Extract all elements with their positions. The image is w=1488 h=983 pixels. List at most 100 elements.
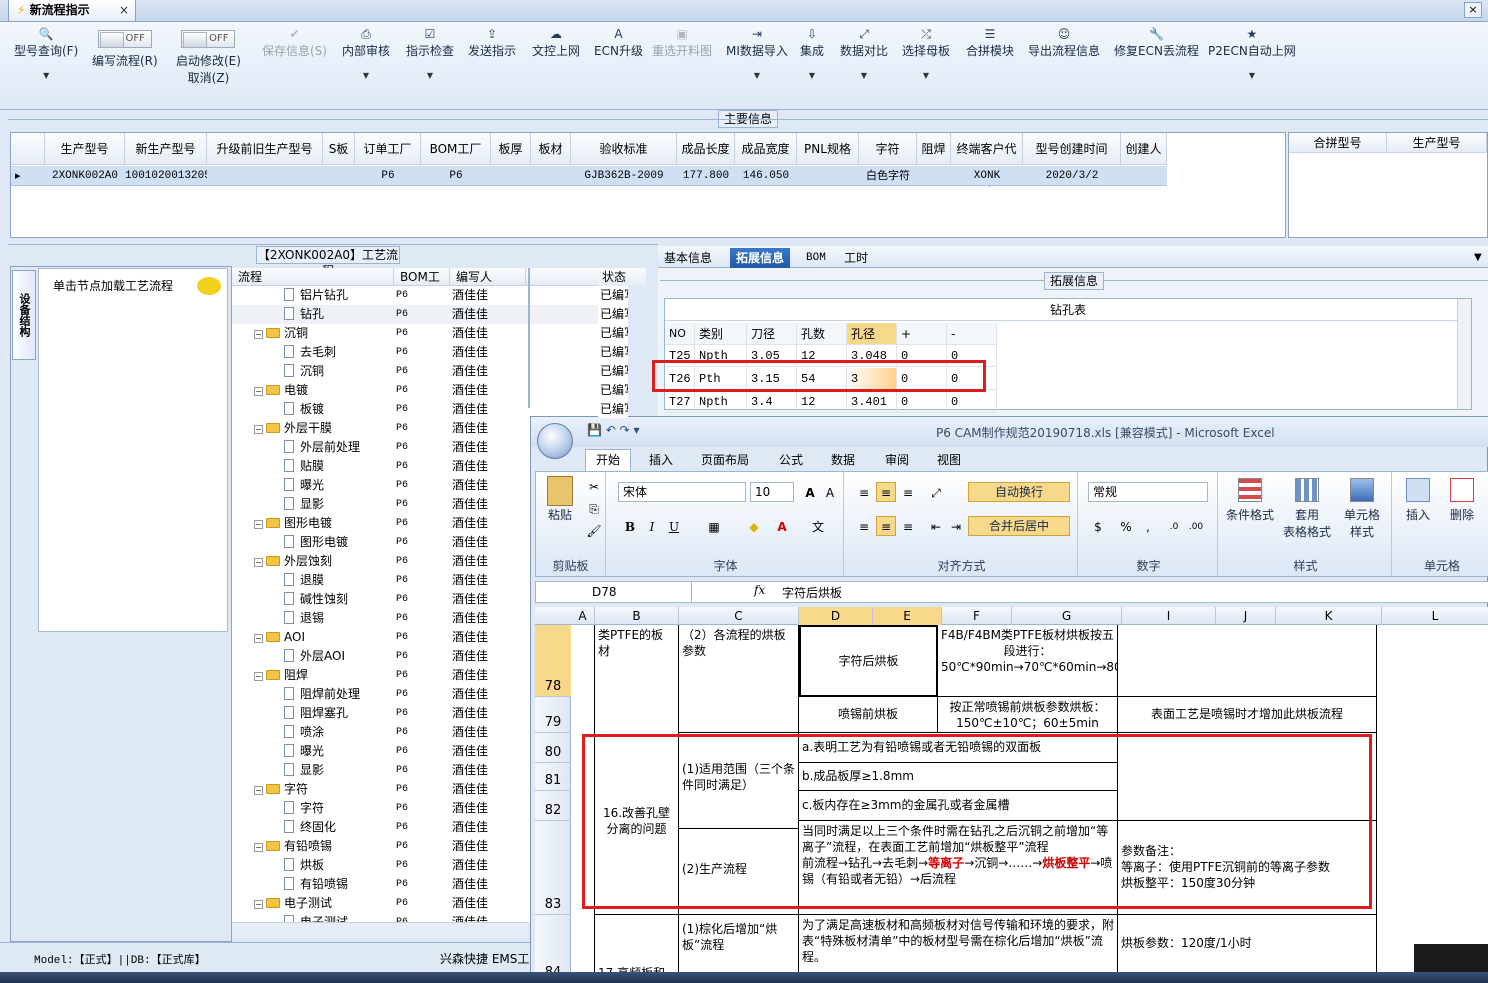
drill-col-header[interactable]: 类别 xyxy=(695,323,747,345)
collapse-icon[interactable]: − xyxy=(254,425,263,434)
increase-decimal-icon[interactable]: .0 xyxy=(1164,516,1184,536)
drill-col-header[interactable]: - xyxy=(947,323,997,345)
font-size-select[interactable]: 10 xyxy=(750,482,794,502)
align-center-icon[interactable]: ≡ xyxy=(876,516,896,536)
main-row-cell[interactable]: 146.050 xyxy=(735,166,797,186)
tree-h-scrollbar[interactable] xyxy=(232,922,528,938)
toolbar-button-5[interactable]: ☁ 文控上网 xyxy=(532,26,580,59)
align-right-icon[interactable]: ≡ xyxy=(898,516,918,536)
drill-col-header[interactable]: + xyxy=(897,323,947,345)
main-col-header[interactable]: 新生产型号 xyxy=(125,133,207,165)
dropdown-arrow-icon[interactable]: ▼ xyxy=(902,71,950,80)
main-row-cell[interactable]: 白色字符 xyxy=(859,166,917,186)
main-col-header[interactable]: 成品宽度 xyxy=(735,133,797,165)
combine-col-header[interactable]: 合拼型号 xyxy=(1289,133,1387,153)
toolbar-button-6[interactable]: A ECN升级 xyxy=(594,26,643,59)
tree-col-header[interactable]: 流程 xyxy=(234,268,394,286)
toolbar-button-8[interactable]: ⇥ MI数据导入 ▼ xyxy=(726,26,788,80)
collapse-icon[interactable]: − xyxy=(254,672,263,681)
toolbar-button-3[interactable]: ☑ 指示检查 ▼ xyxy=(406,26,454,80)
collapse-icon[interactable]: − xyxy=(254,387,263,396)
toolbar-button-10[interactable]: ⤢ 数据对比 ▼ xyxy=(840,26,888,80)
main-col-header[interactable]: 创建人 xyxy=(1121,133,1167,165)
tab-basic-info[interactable]: 基本信息 xyxy=(664,248,712,268)
drill-cell[interactable]: 0 xyxy=(897,391,947,413)
underline-icon[interactable]: U xyxy=(664,516,684,536)
toolbar-button-1[interactable]: ✔ 保存信息(S) xyxy=(262,26,327,59)
ribbon-tab[interactable]: 数据 xyxy=(831,451,855,469)
main-col-header[interactable]: PNL规格 xyxy=(797,133,859,165)
excel-quick-access[interactable]: 💾 ↶ ↷ ▾ xyxy=(587,423,640,437)
main-row-cell[interactable]: P6 xyxy=(355,166,421,186)
row-indicator-icon[interactable]: ▸ xyxy=(11,166,45,186)
cell-d79[interactable]: 喷锡前烘板 xyxy=(799,697,938,733)
main-row-cell[interactable] xyxy=(531,166,571,186)
tree-row[interactable]: 钻孔 P6 酒佳佳 xyxy=(232,305,598,324)
copy-icon[interactable]: ⎘ xyxy=(584,498,604,518)
bold-icon[interactable]: B xyxy=(620,516,640,536)
main-row-cell[interactable]: 2XONK002A0 xyxy=(45,166,125,186)
main-col-header[interactable]: BOM工厂 xyxy=(421,133,491,165)
main-row-cell[interactable] xyxy=(1121,166,1167,186)
dropdown-arrow-icon[interactable]: ▼ xyxy=(840,71,888,80)
cut-icon[interactable]: ✂ xyxy=(584,476,604,496)
tree-row[interactable]: 铝片钻孔 P6 酒佳佳 xyxy=(232,286,598,305)
phonetic-icon[interactable]: 文 xyxy=(808,516,828,536)
row-header[interactable]: 80 xyxy=(535,733,571,763)
dropdown-arrow-icon[interactable]: ▼ xyxy=(342,71,390,80)
align-top-icon[interactable]: ≡ xyxy=(854,482,874,502)
orientation-icon[interactable]: ⤢ xyxy=(926,482,946,502)
collapse-icon[interactable]: − xyxy=(254,558,263,567)
toolbar-button-11[interactable]: ⤮ 选择母板 ▼ xyxy=(902,26,950,80)
drill-cell[interactable]: 12 xyxy=(797,391,847,413)
collapse-icon[interactable]: − xyxy=(254,634,263,643)
tree-col-header[interactable]: 编写人 xyxy=(452,268,526,286)
drill-cell[interactable]: Npth xyxy=(695,391,747,413)
dropdown-arrow-icon[interactable]: ▼ xyxy=(800,71,824,80)
insert-cells-button[interactable]: 插入 xyxy=(1398,478,1438,523)
main-row-cell[interactable] xyxy=(323,166,355,186)
row-header[interactable]: 83 xyxy=(535,821,571,915)
main-col-header[interactable]: S板 xyxy=(323,133,355,165)
fx-icon[interactable]: fx xyxy=(754,583,765,597)
align-left-icon[interactable]: ≡ xyxy=(854,516,874,536)
drill-col-header[interactable]: 刀径 xyxy=(747,323,797,345)
font-name-select[interactable]: 宋体 xyxy=(618,482,746,502)
tree-row[interactable]: 沉铜 P6 酒佳佳 xyxy=(232,362,598,381)
ribbon-tab[interactable]: 视图 xyxy=(937,451,961,469)
column-header[interactable]: J xyxy=(1216,607,1276,625)
drill-cell[interactable]: T27 xyxy=(665,391,695,413)
main-row-cell[interactable] xyxy=(207,166,323,186)
main-col-header[interactable]: 订单工厂 xyxy=(355,133,421,165)
conditional-format-button[interactable]: 条件格式 xyxy=(1224,478,1276,523)
auto-modify-button[interactable]: OFF 启动修改(E) 取消(Z) xyxy=(176,30,241,86)
column-header[interactable]: C xyxy=(679,607,799,625)
dropdown-arrow-icon[interactable]: ▼ xyxy=(726,71,788,80)
equipment-structure-tab[interactable]: 设备结构 xyxy=(12,270,36,360)
main-row-cell[interactable]: GJB362B-2009 xyxy=(571,166,677,186)
tab-bom[interactable]: BOM xyxy=(806,248,826,268)
ribbon-tab[interactable]: 页面布局 xyxy=(701,451,749,469)
cell-c84[interactable]: (1)棕化后增加“烘板”流程 xyxy=(679,915,799,973)
row-header[interactable]: 82 xyxy=(535,791,571,821)
collapse-icon[interactable]: − xyxy=(254,900,263,909)
tab-close-icon[interactable]: × xyxy=(119,0,129,20)
column-header[interactable]: L xyxy=(1382,607,1488,625)
main-col-header[interactable]: 成品长度 xyxy=(677,133,735,165)
drill-cell[interactable]: 3.4 xyxy=(747,391,797,413)
tab-ext-info[interactable]: 拓展信息 xyxy=(730,248,791,268)
italic-icon[interactable]: I xyxy=(642,516,662,536)
merge-center-button[interactable]: 合并后居中 xyxy=(968,516,1070,536)
main-row-cell[interactable] xyxy=(917,166,951,186)
number-format-select[interactable]: 常规 xyxy=(1088,482,1208,502)
toolbar-button-14[interactable]: 🔧 修复ECN丢流程 xyxy=(1114,26,1199,59)
tree-row[interactable]: − 沉铜 P6 酒佳佳 xyxy=(232,324,598,343)
tab-work-hours[interactable]: 工时 xyxy=(844,248,868,268)
currency-icon[interactable]: $ xyxy=(1088,516,1108,536)
cell-b78[interactable]: 类PTFE的板材 xyxy=(595,625,679,715)
collapse-icon[interactable]: − xyxy=(254,786,263,795)
main-col-header[interactable]: 字符 xyxy=(859,133,917,165)
delete-cells-button[interactable]: 删除 xyxy=(1442,478,1482,523)
drill-col-header[interactable]: NO xyxy=(665,323,695,345)
main-col-header[interactable]: 升级前旧生产型号 xyxy=(207,133,323,165)
